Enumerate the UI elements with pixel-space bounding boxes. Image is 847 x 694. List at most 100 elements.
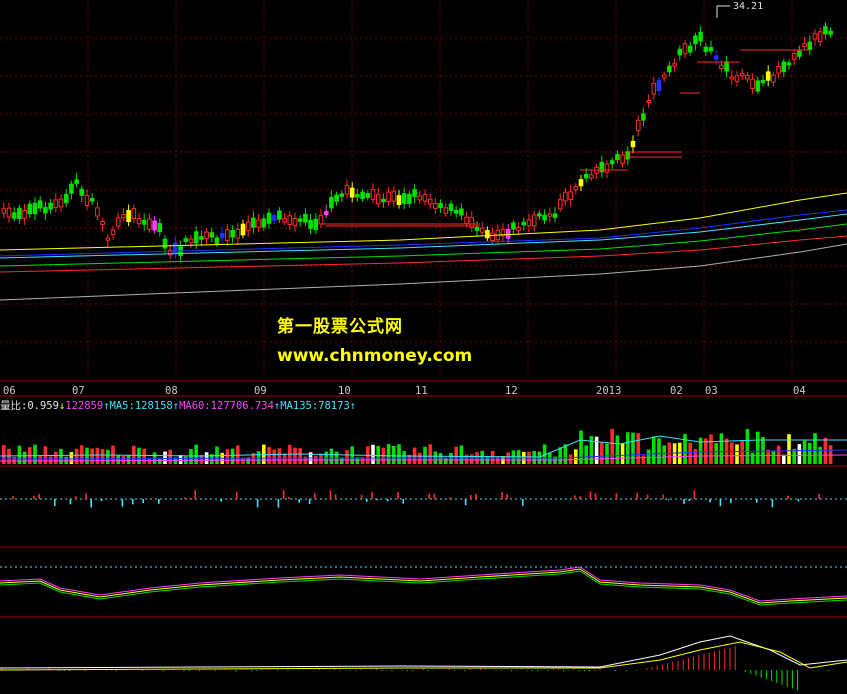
volume-bar xyxy=(813,433,817,464)
candle-body xyxy=(162,238,168,249)
candle-body xyxy=(303,213,308,223)
candle-body xyxy=(219,233,225,239)
volume-bar xyxy=(470,454,474,464)
volume-bar xyxy=(85,447,89,464)
histogram-bar xyxy=(594,493,597,499)
volume-bar xyxy=(293,447,297,464)
histogram-bar xyxy=(719,499,722,507)
volume-bar xyxy=(641,455,646,464)
volume-bar xyxy=(823,437,828,464)
volume-bar xyxy=(116,455,120,464)
histogram-bar xyxy=(818,493,820,499)
histogram-bar xyxy=(428,493,430,499)
volume-bar xyxy=(802,440,807,464)
candle-body xyxy=(797,50,802,57)
histogram-bar xyxy=(329,490,332,499)
histogram-bar xyxy=(298,499,300,503)
candle-body xyxy=(776,65,781,74)
candle-body xyxy=(32,202,38,215)
candle-body xyxy=(334,194,339,202)
volume-bar xyxy=(22,451,27,464)
candle-body xyxy=(823,26,828,35)
candle-body xyxy=(817,31,823,43)
candle-body xyxy=(474,226,480,231)
volume-bar xyxy=(241,457,245,464)
oscillator-line xyxy=(0,566,847,602)
histogram-bar xyxy=(709,499,711,503)
candle-body xyxy=(516,227,521,231)
candle-body xyxy=(490,232,495,242)
chart-grid xyxy=(0,0,847,618)
candle-body xyxy=(48,202,53,210)
candle-body xyxy=(344,184,350,195)
histogram-bar xyxy=(371,492,373,499)
volume-stats-bar: 量比:0.959↓122859↑MA5:128158↑MA60:127706.7… xyxy=(0,398,356,413)
candle-body xyxy=(235,229,241,239)
candle-body xyxy=(225,229,230,241)
volume-bar xyxy=(750,452,755,464)
volume-bar xyxy=(574,449,578,464)
volume-bar xyxy=(615,435,620,464)
volume-bar xyxy=(454,446,458,464)
histogram-bar xyxy=(277,499,280,508)
candle-body xyxy=(682,43,688,55)
volume-bar xyxy=(376,446,380,464)
candle-body xyxy=(703,46,709,52)
candle-body xyxy=(339,193,345,197)
histogram-bar xyxy=(220,499,222,502)
volume-bar xyxy=(626,432,630,464)
candle-body xyxy=(147,218,152,230)
volume-bar xyxy=(600,441,604,464)
candle-body xyxy=(407,193,412,204)
histogram-bar xyxy=(142,499,144,504)
candle-body xyxy=(698,31,703,42)
volume-bar xyxy=(756,431,760,464)
candle-body xyxy=(412,189,417,198)
candle-body xyxy=(183,238,189,242)
volume-bar xyxy=(121,456,126,464)
volume-bar xyxy=(438,453,443,464)
candle-body xyxy=(422,193,428,202)
volume-bar xyxy=(59,448,63,464)
volume-bar xyxy=(776,445,781,464)
candle-body xyxy=(271,215,277,221)
histogram-bar xyxy=(693,490,696,499)
volume-bar xyxy=(329,448,334,464)
candle-body xyxy=(791,53,797,60)
histogram-bar xyxy=(771,499,774,508)
volume-bar xyxy=(444,457,448,464)
volume-bar xyxy=(225,449,230,464)
candle-body xyxy=(84,195,90,207)
volume-value: 122859 xyxy=(65,400,104,412)
candle-body xyxy=(765,71,771,81)
x-tick-label: 09 xyxy=(254,385,267,397)
volume-bar xyxy=(459,445,464,464)
candle-body xyxy=(297,218,303,222)
candle-body xyxy=(786,62,792,66)
volume-bar xyxy=(709,434,713,464)
price-high-label: 34.21 xyxy=(733,1,764,12)
histogram-bar xyxy=(433,493,436,499)
candle-body xyxy=(542,214,547,221)
volume-bar xyxy=(761,437,765,464)
candle-body xyxy=(802,43,807,47)
candle-body xyxy=(6,207,12,218)
volume-bar xyxy=(386,444,391,464)
ma135-arrow: ↑ xyxy=(349,400,357,412)
histogram-bar xyxy=(683,499,685,504)
histogram-bar xyxy=(501,491,503,499)
candle-body xyxy=(677,48,683,56)
x-tick-label: 11 xyxy=(415,385,428,397)
candle-body xyxy=(401,193,407,204)
candle-body xyxy=(583,174,589,179)
candle-body xyxy=(261,218,267,228)
candle-body xyxy=(53,199,59,208)
watermark-title: 第一股票公式网 xyxy=(277,317,403,337)
histogram-bar xyxy=(730,499,732,504)
volume-bar xyxy=(808,442,812,464)
volume-bar xyxy=(714,443,718,464)
histogram-bar xyxy=(90,499,92,508)
volume-bar xyxy=(100,449,105,464)
candle-body xyxy=(625,151,631,160)
candle-body xyxy=(308,219,313,229)
